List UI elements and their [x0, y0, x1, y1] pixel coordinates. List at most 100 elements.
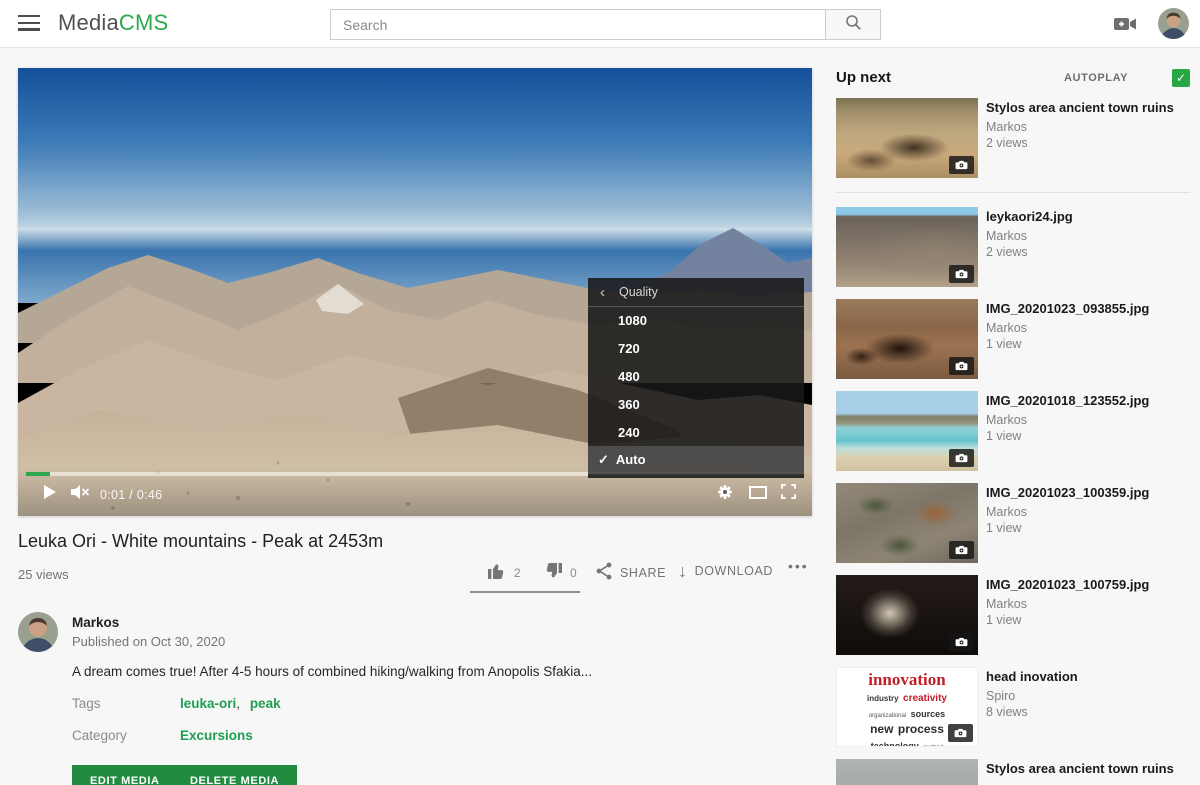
camera-icon	[948, 724, 973, 742]
thumbnail-innovation-wordcloud: innovation industry creativity organizat…	[836, 667, 978, 747]
play-button[interactable]	[42, 484, 58, 505]
item-author: Markos	[986, 120, 1027, 134]
thumbnail-dark-cave	[836, 575, 978, 655]
rating-underline	[470, 591, 580, 593]
upnext-item-7[interactable]: innovation industry creativity organizat…	[836, 667, 1190, 747]
item-title: IMG_20201018_123552.jpg	[986, 393, 1188, 409]
video-camera-add-icon	[1113, 20, 1139, 37]
item-author: Markos	[986, 505, 1027, 519]
upnext-item-4[interactable]: IMG_20201018_123552.jpg Markos 1 view	[836, 391, 1190, 471]
download-label: DOWNLOAD	[695, 564, 773, 578]
chevron-left-icon: ‹	[600, 285, 605, 300]
up-next-heading: Up next	[836, 69, 891, 86]
tag-links: leuka-ori, peak	[180, 696, 281, 711]
delete-media-button[interactable]: DELETE MEDIA	[172, 765, 297, 785]
quality-option-auto[interactable]: ✓ Auto	[588, 446, 804, 474]
item-author: Markos	[986, 321, 1027, 335]
tag-peak[interactable]: peak	[250, 696, 281, 711]
item-title: head inovation	[986, 669, 1188, 685]
item-views: 1 view	[986, 337, 1021, 351]
tags-label: Tags	[72, 696, 101, 711]
check-icon: ✓	[598, 452, 609, 468]
mediacms-logo[interactable]: MediaCMS	[58, 10, 168, 36]
view-count: 25 views	[18, 567, 69, 582]
autoplay-checkbox[interactable]: ✓	[1172, 69, 1190, 87]
camera-icon	[949, 265, 974, 283]
share-label: SHARE	[620, 566, 666, 580]
time-display: 0:01 / 0:46	[100, 488, 162, 502]
upnext-item-2[interactable]: leykaori24.jpg Markos 2 views	[836, 207, 1190, 287]
tag-leuka-ori[interactable]: leuka-ori	[180, 696, 236, 711]
category-link[interactable]: Excursions	[180, 728, 253, 743]
thumbs-up-icon	[487, 562, 507, 583]
share-icon	[595, 562, 613, 583]
author-name[interactable]: Markos	[72, 615, 119, 630]
thumbnail-misty-mountains	[836, 759, 978, 785]
item-author: Spiro	[986, 689, 1015, 703]
logo-text-cms: CMS	[119, 10, 169, 35]
upnext-item-5[interactable]: IMG_20201023_100359.jpg Markos 1 view	[836, 483, 1190, 563]
quality-menu-back[interactable]: ‹ Quality	[588, 278, 804, 307]
top-navbar: MediaCMS	[0, 0, 1200, 48]
upnext-item-8[interactable]: Stylos area ancient town ruins	[836, 759, 1190, 785]
video-player[interactable]: ‹ Quality 1080 720 480 360 240 ✓ Auto	[18, 68, 812, 516]
wordcloud-word: method	[923, 745, 943, 747]
fullscreen-icon[interactable]	[781, 484, 796, 504]
quality-option-480[interactable]: 480	[588, 363, 804, 391]
wordcloud-word: technology	[871, 741, 919, 747]
thumbnail-cave-rocks	[836, 299, 978, 379]
upload-media-button[interactable]	[1113, 15, 1139, 33]
item-title: IMG_20201023_100759.jpg	[986, 577, 1188, 593]
item-title: leykaori24.jpg	[986, 209, 1188, 225]
more-options-icon[interactable]: •••	[788, 558, 809, 574]
dislike-button[interactable]: 0	[543, 562, 577, 583]
autoplay-label: AUTOPLAY	[1064, 72, 1128, 84]
item-author: Markos	[986, 597, 1027, 611]
thumbnail-beach-lagoon	[836, 391, 978, 471]
theater-mode-icon[interactable]	[749, 486, 767, 504]
publish-date: Published on Oct 30, 2020	[72, 634, 225, 649]
thumbnail-rocky-cliff	[836, 483, 978, 563]
quality-option-720[interactable]: 720	[588, 335, 804, 363]
quality-option-1080[interactable]: 1080	[588, 307, 804, 335]
quality-selected-label: Auto	[616, 452, 646, 467]
sidebar-divider	[836, 192, 1190, 193]
quality-option-360[interactable]: 360	[588, 390, 804, 418]
thumbnail-leykaori24	[836, 207, 978, 287]
download-button[interactable]: ↓ DOWNLOAD	[678, 562, 773, 580]
upnext-item-1[interactable]: Stylos area ancient town ruins Markos 2 …	[836, 98, 1190, 178]
hamburger-menu-icon[interactable]	[18, 15, 40, 31]
media-description: A dream comes true! After 4-5 hours of c…	[72, 664, 752, 679]
quality-option-240[interactable]: 240	[588, 418, 804, 446]
item-author: Markos	[986, 229, 1027, 243]
item-title: Stylos area ancient town ruins	[986, 761, 1188, 777]
wordcloud-word: innovation	[868, 670, 945, 689]
share-button[interactable]: SHARE	[595, 562, 666, 583]
item-title: IMG_20201023_100359.jpg	[986, 485, 1188, 501]
download-arrow-icon: ↓	[678, 562, 688, 580]
user-avatar[interactable]	[1158, 8, 1189, 39]
volume-muted-icon[interactable]	[70, 484, 90, 505]
camera-icon	[949, 156, 974, 174]
item-views: 1 view	[986, 613, 1021, 627]
item-views: 2 views	[986, 245, 1028, 259]
upnext-item-3[interactable]: IMG_20201023_093855.jpg Markos 1 view	[836, 299, 1190, 379]
like-button[interactable]: 2	[487, 562, 521, 583]
check-icon: ✓	[1176, 71, 1186, 85]
thumbs-down-icon	[543, 562, 563, 583]
search-button[interactable]	[826, 9, 881, 40]
camera-icon	[949, 541, 974, 559]
author-avatar[interactable]	[18, 612, 58, 652]
wordcloud-word: sources	[911, 709, 946, 719]
tag-separator: ,	[236, 696, 240, 711]
upnext-item-6[interactable]: IMG_20201023_100759.jpg Markos 1 view	[836, 575, 1190, 655]
thumbnail-stylos-ruins	[836, 98, 978, 178]
camera-icon	[949, 633, 974, 651]
wordcloud-word: creativity	[903, 693, 947, 704]
media-title: Leuka Ori - White mountains - Peak at 24…	[18, 531, 383, 552]
search-icon	[845, 14, 862, 36]
settings-gear-icon[interactable]	[717, 484, 733, 505]
logo-text-media: Media	[58, 10, 119, 35]
search-input[interactable]	[330, 9, 826, 40]
edit-media-button[interactable]: EDIT MEDIA	[72, 765, 178, 785]
